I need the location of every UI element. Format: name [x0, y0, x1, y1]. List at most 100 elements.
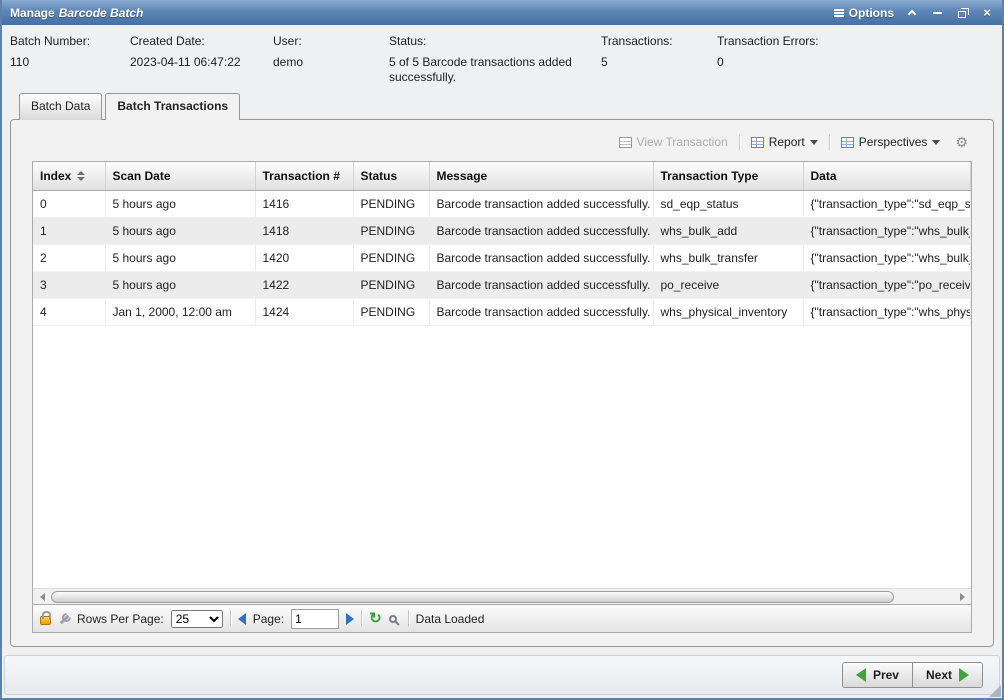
table-row[interactable]: 3 5 hours ago 1422 PENDING Barcode trans…: [33, 272, 971, 299]
window-titlebar[interactable]: ManageBarcode Batch Options ×: [2, 0, 1002, 25]
cell-scan-date: 5 hours ago: [105, 272, 255, 299]
gear-icon: ⚙: [955, 135, 968, 149]
report-button[interactable]: Report: [747, 132, 822, 152]
column-header-index[interactable]: Index: [33, 162, 105, 191]
report-icon: [751, 137, 764, 148]
view-transaction-label: View Transaction: [637, 135, 728, 149]
column-header-data[interactable]: Data: [803, 162, 971, 191]
perspectives-button[interactable]: Perspectives: [837, 132, 945, 152]
toolbar-separator: [829, 134, 830, 151]
table-row[interactable]: 2 5 hours ago 1420 PENDING Barcode trans…: [33, 245, 971, 272]
prev-label: Prev: [873, 668, 899, 682]
batch-header-info: Batch Number: 110 Created Date: 2023-04-…: [2, 25, 1002, 87]
cell-status: PENDING: [353, 272, 429, 299]
collapse-button[interactable]: [905, 6, 919, 20]
next-page-button[interactable]: [346, 613, 354, 625]
batch-number-field: Batch Number: 110: [10, 34, 130, 85]
arrow-right-icon: [959, 668, 969, 682]
grid-pager: Rows Per Page: 25 Page: ↻ Data Loaded: [33, 604, 971, 632]
triangle-left-icon: [40, 593, 45, 601]
column-header-transaction-number[interactable]: Transaction #: [255, 162, 353, 191]
pager-separator: [408, 610, 409, 627]
search-icon[interactable]: [389, 615, 397, 623]
cell-data: {"transaction_type":"whs_bulk_add: [803, 218, 971, 245]
status-field: Status: 5 of 5 Barcode transactions adde…: [389, 34, 601, 85]
cell-transaction-number: 1416: [255, 191, 353, 218]
prev-next-group: Prev Next: [842, 662, 983, 688]
status-value: 5 of 5 Barcode transactions added succes…: [389, 55, 601, 85]
options-button[interactable]: Options: [834, 6, 894, 20]
cell-message: Barcode transaction added successfully.: [429, 191, 653, 218]
user-field: User: demo: [273, 34, 389, 85]
transactions-label: Transactions:: [601, 34, 717, 48]
resize-grip[interactable]: [989, 685, 1001, 697]
column-header-message[interactable]: Message: [429, 162, 653, 191]
cell-index: 3: [33, 272, 105, 299]
cell-index: 4: [33, 299, 105, 326]
grid-empty-area: [33, 326, 971, 588]
sort-icon[interactable]: [77, 171, 85, 181]
toolbar-separator: [739, 134, 740, 151]
grid-header-row: Index Scan Date Transaction # Status Mes…: [33, 162, 971, 191]
previous-page-button[interactable]: [238, 613, 246, 625]
transactions-field: Transactions: 5: [601, 34, 717, 85]
column-header-transaction-type[interactable]: Transaction Type: [653, 162, 803, 191]
cell-scan-date: 5 hours ago: [105, 191, 255, 218]
column-header-scan-date[interactable]: Scan Date: [105, 162, 255, 191]
restore-button[interactable]: [955, 6, 969, 20]
cell-status: PENDING: [353, 218, 429, 245]
table-row[interactable]: 4 Jan 1, 2000, 12:00 am 1424 PENDING Bar…: [33, 299, 971, 326]
table-row[interactable]: 1 5 hours ago 1418 PENDING Barcode trans…: [33, 218, 971, 245]
cell-data: {"transaction_type":"whs_bulk_tra: [803, 245, 971, 272]
transaction-errors-label: Transaction Errors:: [717, 34, 877, 48]
transactions-grid: Index Scan Date Transaction # Status Mes…: [32, 161, 972, 633]
cell-index: 1: [33, 218, 105, 245]
user-label: User:: [273, 34, 389, 48]
window-title: ManageBarcode Batch: [10, 6, 143, 20]
wrench-icon[interactable]: [58, 613, 70, 625]
scroll-right-button[interactable]: [955, 593, 969, 601]
manage-barcode-batch-window: ManageBarcode Batch Options × Batch Numb…: [0, 0, 1004, 700]
minimize-button[interactable]: [930, 6, 944, 20]
page-number-input[interactable]: [291, 609, 339, 629]
close-button[interactable]: ×: [980, 6, 994, 20]
cell-status: PENDING: [353, 245, 429, 272]
refresh-icon[interactable]: ↻: [369, 611, 382, 626]
transaction-errors-value: 0: [717, 55, 877, 70]
scrollbar-thumb[interactable]: [51, 591, 894, 603]
cell-transaction-type: po_receive: [653, 272, 803, 299]
scroll-left-button[interactable]: [35, 593, 49, 601]
next-button[interactable]: Next: [913, 663, 982, 687]
chevron-up-icon: [908, 10, 916, 18]
cell-transaction-type: sd_eqp_status: [653, 191, 803, 218]
prev-button[interactable]: Prev: [843, 663, 913, 687]
tab-batch-transactions[interactable]: Batch Transactions: [105, 93, 240, 120]
status-label: Status:: [389, 34, 601, 48]
tab-batch-data[interactable]: Batch Data: [19, 93, 102, 120]
batch-number-value: 110: [10, 55, 130, 70]
cell-data: {"transaction_type":"po_receive",": [803, 272, 971, 299]
minimize-icon: [933, 12, 942, 14]
triangle-right-icon: [960, 593, 965, 601]
report-label: Report: [769, 135, 805, 149]
grid-settings-button[interactable]: ⚙: [951, 132, 972, 152]
cell-scan-date: Jan 1, 2000, 12:00 am: [105, 299, 255, 326]
created-date-value: 2023-04-11 06:47:22: [130, 55, 273, 70]
view-transaction-button[interactable]: View Transaction: [615, 132, 732, 152]
column-header-status[interactable]: Status: [353, 162, 429, 191]
content-area: Batch Data Batch Transactions View Trans…: [2, 87, 1002, 651]
scrollbar-track[interactable]: [49, 591, 955, 603]
cell-transaction-number: 1418: [255, 218, 353, 245]
rows-per-page-label: Rows Per Page:: [77, 612, 164, 626]
cell-transaction-type: whs_bulk_transfer: [653, 245, 803, 272]
lock-icon[interactable]: [40, 616, 51, 625]
cell-message: Barcode transaction added successfully.: [429, 299, 653, 326]
table-row[interactable]: 0 5 hours ago 1416 PENDING Barcode trans…: [33, 191, 971, 218]
transaction-errors-field: Transaction Errors: 0: [717, 34, 877, 85]
cell-transaction-type: whs_bulk_add: [653, 218, 803, 245]
rows-per-page-select[interactable]: 25: [171, 610, 223, 628]
cell-message: Barcode transaction added successfully.: [429, 272, 653, 299]
cell-data: {"transaction_type":"whs_physical: [803, 299, 971, 326]
horizontal-scrollbar[interactable]: [33, 588, 971, 604]
pager-status-text: Data Loaded: [416, 612, 485, 626]
